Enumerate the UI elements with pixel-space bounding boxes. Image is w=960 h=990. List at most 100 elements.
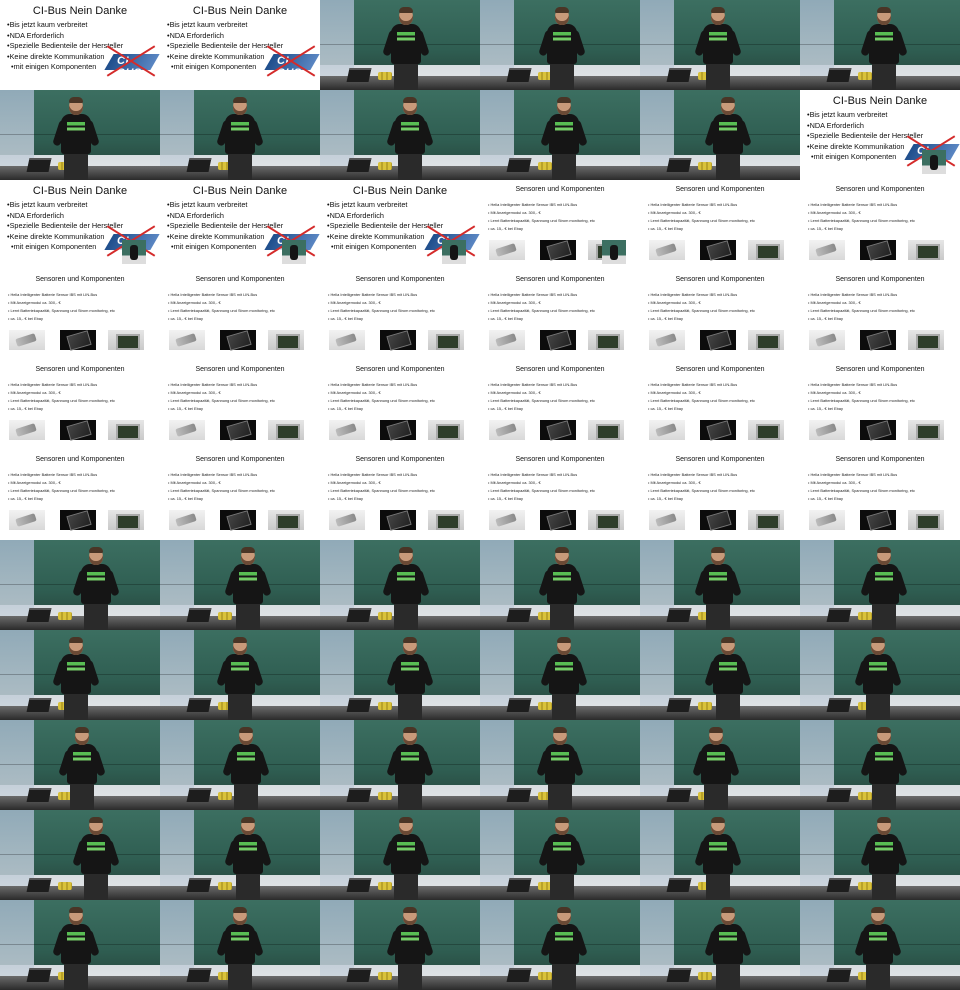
bullet-item: Mit Anzeigemodul ca. 300,- € — [648, 209, 755, 217]
bullet-item: Lernt Batteriekapazität, Spannung und St… — [488, 487, 594, 495]
bullet-item: ca. 15,- € bei Ebay — [808, 495, 915, 503]
laptop — [26, 788, 52, 802]
shirt-logo — [707, 752, 725, 764]
shirt-logo — [397, 572, 415, 584]
speaker — [216, 907, 264, 990]
speaker-shirt — [225, 924, 255, 964]
speaker-legs — [866, 694, 890, 720]
bullet-item: Hella Intelligenter Batterie Sensor IBS … — [648, 381, 755, 389]
lecture-photo-frame — [0, 720, 160, 810]
speaker-shirt — [703, 24, 733, 64]
speaker-legs — [552, 154, 576, 180]
speaker — [860, 817, 908, 900]
speaker-legs — [84, 874, 108, 900]
laptop — [506, 788, 532, 802]
product-images — [809, 420, 951, 440]
bullet-item: ca. 15,- € bei Ebay — [8, 315, 115, 323]
bullet-item: Mit Anzeigemodul ca. 300,- € — [808, 209, 915, 217]
bottles — [378, 702, 392, 710]
display-module-image — [540, 420, 576, 440]
laptop — [26, 698, 52, 712]
laptop — [666, 878, 692, 892]
laptop — [666, 788, 692, 802]
slide-bullets: Hella Intelligenter Batterie Sensor IBS … — [648, 291, 754, 323]
battery-sensor-image — [489, 420, 525, 440]
shirt-logo — [709, 842, 727, 854]
shirt-logo — [231, 932, 249, 944]
speaker-hair — [403, 907, 417, 913]
speaker-hair — [555, 547, 569, 553]
speaker-hair — [711, 817, 725, 823]
speaker-legs — [236, 874, 260, 900]
bullet-item: Hella Intelligenter Batterie Sensor IBS … — [488, 471, 595, 479]
speaker-shirt — [549, 114, 579, 154]
bullet-item: Lernt Batteriekapazität, Spannung und St… — [648, 217, 754, 225]
battery-sensor-image — [489, 240, 525, 260]
display-module-image — [380, 510, 416, 530]
speaker-shirt — [61, 924, 91, 964]
shirt-logo — [67, 122, 85, 134]
slide-title: Sensoren und Komponenten — [195, 456, 285, 463]
display-module-image — [540, 330, 576, 350]
slide-sensoren: Sensoren und Komponenten Hella Intelligen… — [480, 360, 640, 450]
lecture-photo-frame — [480, 810, 640, 900]
laptop — [186, 878, 212, 892]
product-images — [489, 510, 631, 530]
speaker-shirt — [225, 114, 255, 154]
shirt-logo — [553, 32, 571, 44]
battery-sensor-image — [489, 330, 525, 350]
bullet-item: NDA Erforderlich — [167, 211, 283, 222]
speaker — [694, 7, 742, 90]
slide-sensoren: Sensoren und Komponenten Hella Intelligen… — [320, 450, 480, 540]
speaker-hair — [871, 637, 885, 643]
speaker-shirt — [701, 744, 731, 784]
bullet-item: Lernt Batteriekapazität, Spannung und St… — [808, 217, 914, 225]
speaker-hair — [877, 727, 891, 733]
slide-bullets: Hella Intelligenter Batterie Sensor IBS … — [168, 291, 274, 323]
display-module-image — [540, 510, 576, 530]
speaker-hair — [241, 817, 255, 823]
slide-sensoren: Sensoren und Komponenten Hella Intelligen… — [320, 270, 480, 360]
panel-display-image — [428, 330, 464, 350]
slide-bullets: Hella Intelligenter Batterie Sensor IBS … — [808, 381, 914, 413]
lecture-photo-frame — [160, 720, 320, 810]
shirt-logo — [553, 842, 571, 854]
laptop — [826, 788, 852, 802]
lecture-photo-frame — [160, 540, 320, 630]
slide-sensoren: Sensoren und Komponenten Hella Intelligen… — [0, 270, 160, 360]
speaker — [538, 817, 586, 900]
shirt-logo — [553, 572, 571, 584]
lecture-photo-frame — [320, 540, 480, 630]
display-module-image — [220, 420, 256, 440]
battery-sensor-image — [809, 420, 845, 440]
shirt-logo — [397, 32, 415, 44]
speaker-hair — [233, 97, 247, 103]
product-images — [329, 420, 471, 440]
bullet-item: ca. 15,- € bei Ebay — [488, 225, 595, 233]
slide-ci-bus: CI-Bus Nein Danke Bis jetzt kaum verbreit… — [160, 180, 320, 270]
slide-bullets: Hella Intelligenter Batterie Sensor IBS … — [8, 471, 114, 503]
speaker-hair — [233, 907, 247, 913]
panel-display-image — [108, 330, 144, 350]
speaker-shirt — [863, 654, 893, 694]
slide-title: Sensoren und Komponenten — [675, 186, 765, 193]
slide-sensoren: Sensoren und Komponenten Hella Intelligen… — [160, 360, 320, 450]
slide-title: Sensoren und Komponenten — [675, 366, 765, 373]
speaker — [854, 637, 902, 720]
shirt-logo — [87, 572, 105, 584]
speaker — [704, 907, 752, 990]
speaker-legs — [84, 604, 108, 630]
bullet-item: Mit Anzeigemodul ca. 300,- € — [488, 209, 595, 217]
shirt-logo — [719, 122, 737, 134]
speaker-shirt — [869, 744, 899, 784]
lecture-photo-frame — [160, 630, 320, 720]
product-images — [489, 330, 631, 350]
speaker-hair — [555, 7, 569, 13]
display-module-image — [380, 330, 416, 350]
speaker-hair — [69, 637, 83, 643]
bullet-item: Lernt Batteriekapazität, Spannung und St… — [168, 397, 274, 405]
video-frame-grid: CI-Bus Nein Danke Bis jetzt kaum verbreit… — [0, 0, 960, 990]
lecture-photo-frame — [800, 630, 960, 720]
battery-sensor-image — [649, 510, 685, 530]
slide-bullets: Hella Intelligenter Batterie Sensor IBS … — [8, 291, 115, 323]
